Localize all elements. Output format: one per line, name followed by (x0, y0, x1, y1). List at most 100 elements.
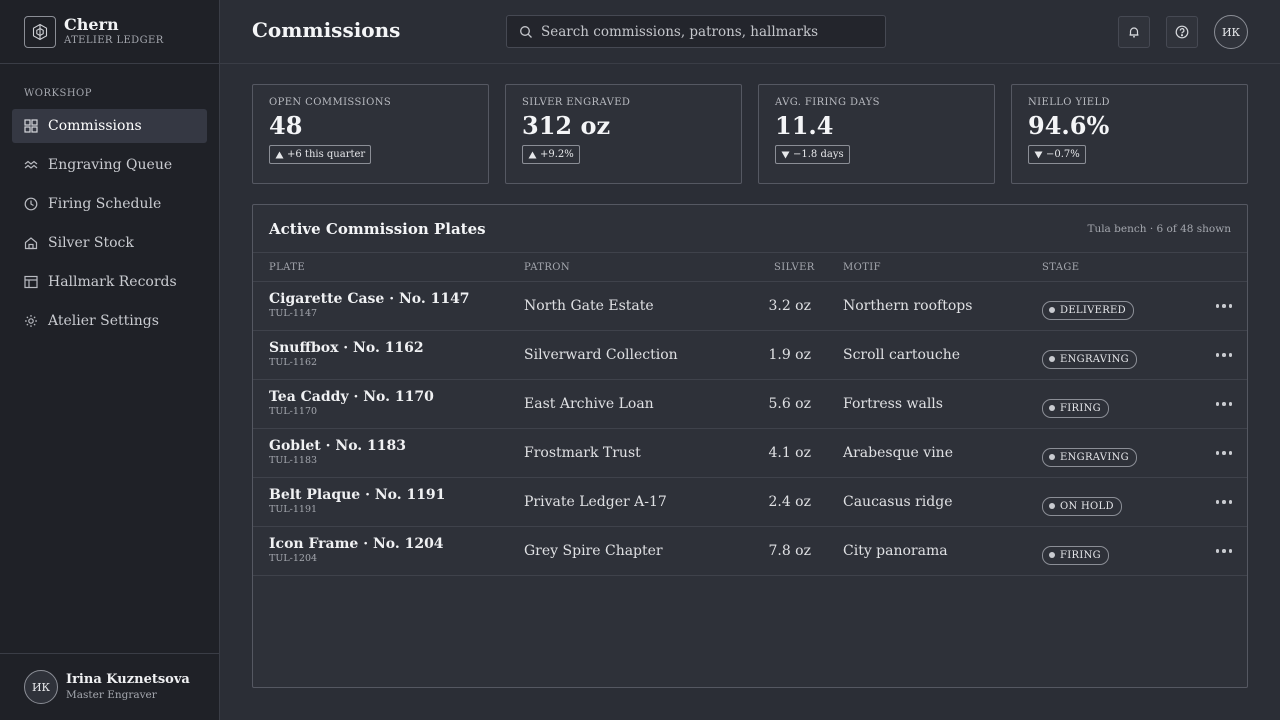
status-badge: ENGRAVING (1042, 447, 1137, 467)
kpi-cards: OPEN COMMISSIONS 48 +6 this quarter SILV… (252, 84, 1248, 184)
table-row[interactable]: Belt Plaque · No. 1191 TUL-1191 Private L… (253, 478, 1247, 527)
triangle-up-icon (275, 151, 284, 158)
status-badge-label: FIRING (1060, 549, 1101, 561)
plate-code: TUL-1170 (269, 406, 318, 417)
table-row[interactable]: Snuffbox · No. 1162 TUL-1162 Silverward C… (253, 331, 1247, 380)
sidebar-item-silver-stock[interactable]: Silver Stock (12, 226, 207, 260)
silver-cell: 7.8 oz (768, 543, 811, 559)
patron-cell: North Gate Estate (524, 298, 654, 314)
status-dot-icon (1049, 503, 1055, 509)
patron-cell: East Archive Loan (524, 396, 654, 412)
plate-code: TUL-1191 (269, 504, 318, 515)
sidebar-item-commissions[interactable]: Commissions (12, 109, 207, 143)
avatar: ИК (24, 670, 58, 704)
status-dot-icon (1049, 356, 1055, 362)
plate-code: TUL-1147 (269, 308, 318, 319)
sidebar-item-label: Firing Schedule (48, 196, 162, 212)
motif-cell: Northern rooftops (843, 298, 973, 314)
silver-cell: 4.1 oz (768, 445, 811, 461)
silver-cell: 5.6 oz (768, 396, 811, 412)
kpi-label: NIELLO YIELD (1028, 97, 1110, 108)
commission-plates-panel: Active Commission Plates Tula bench · 6 … (252, 204, 1248, 688)
row-more-button[interactable] (1213, 443, 1235, 463)
row-more-button[interactable] (1213, 541, 1235, 561)
row-more-button[interactable] (1213, 394, 1235, 414)
motif-cell: Caucasus ridge (843, 494, 953, 510)
kpi-delta: +6 this quarter (269, 145, 372, 164)
nav-section-title: WORKSHOP (24, 88, 92, 99)
plate-name: Belt Plaque · No. 1191 (269, 487, 446, 503)
kpi-value: 48 (269, 111, 303, 140)
sidebar-item-label: Atelier Settings (48, 313, 159, 329)
patron-cell: Grey Spire Chapter (524, 543, 663, 559)
kpi-label: OPEN COMMISSIONS (269, 97, 392, 108)
house-icon (24, 237, 38, 250)
status-badge-label: ON HOLD (1060, 500, 1114, 512)
sidebar-item-hallmark-records[interactable]: Hallmark Records (12, 265, 207, 299)
table-row[interactable]: Tea Caddy · No. 1170 TUL-1170 East Archiv… (253, 380, 1247, 429)
search-input[interactable] (541, 23, 861, 40)
status-dot-icon (1049, 405, 1055, 411)
sidebar-item-engraving-queue[interactable]: Engraving Queue (12, 148, 207, 182)
triangle-down-icon (781, 151, 790, 158)
bell-icon (1129, 27, 1139, 38)
brand[interactable]: Chern ATELIER LEDGER (0, 0, 219, 64)
table-row[interactable]: Icon Frame · No. 1204 TUL-1204 Grey Spire… (253, 527, 1247, 576)
panel-header: Active Commission Plates Tula bench · 6 … (253, 205, 1247, 253)
status-badge-label: ENGRAVING (1060, 451, 1129, 463)
plate-name: Tea Caddy · No. 1170 (269, 389, 434, 405)
sidebar-item-atelier-settings[interactable]: Atelier Settings (12, 304, 207, 338)
status-dot-icon (1049, 307, 1055, 313)
panel-meta: Tula bench · 6 of 48 shown (1087, 222, 1231, 235)
sidebar-item-firing-schedule[interactable]: Firing Schedule (12, 187, 207, 221)
column-header-motif[interactable]: MOTIF (843, 262, 881, 273)
plate-name: Goblet · No. 1183 (269, 438, 406, 454)
table-row[interactable]: Goblet · No. 1183 TUL-1183 Frostmark Trus… (253, 429, 1247, 478)
column-header-plate[interactable]: PLATE (269, 262, 305, 273)
kpi-value: 94.6% (1028, 111, 1110, 140)
status-badge-label: FIRING (1060, 402, 1101, 414)
help-button[interactable] (1166, 16, 1198, 48)
status-dot-icon (1049, 552, 1055, 558)
column-header-patron[interactable]: PATRON (524, 262, 570, 273)
motif-cell: Scroll cartouche (843, 347, 961, 363)
kpi-label: SILVER ENGRAVED (522, 97, 631, 108)
triangle-down-icon (1034, 151, 1043, 158)
kpi-card-avg-firing-days: AVG. FIRING DAYS 11.4 −1.8 days (758, 84, 995, 184)
plate-name: Cigarette Case · No. 1147 (269, 291, 470, 307)
header-avatar[interactable]: ИК (1214, 15, 1248, 49)
brand-name: Chern (64, 15, 119, 34)
row-more-button[interactable] (1213, 492, 1235, 512)
user-role: Master Engraver (66, 689, 157, 701)
notifications-button[interactable] (1118, 16, 1150, 48)
kpi-value: 312 oz (522, 111, 611, 140)
kpi-delta-text: −0.7% (1046, 149, 1080, 160)
table-header: PLATE PATRON SILVER MOTIF STAGE (253, 253, 1247, 282)
user-profile[interactable]: ИК Irina Kuznetsova Master Engraver (0, 653, 219, 720)
status-badge: FIRING (1042, 545, 1109, 565)
silver-cell: 2.4 oz (768, 494, 811, 510)
status-dot-icon (1049, 454, 1055, 460)
plate-name: Icon Frame · No. 1204 (269, 536, 444, 552)
kpi-delta: +9.2% (522, 145, 580, 164)
wave-icon (24, 160, 38, 169)
search-bar[interactable] (506, 15, 886, 48)
column-header-stage[interactable]: STAGE (1042, 262, 1079, 273)
status-badge: ON HOLD (1042, 496, 1122, 516)
kpi-value: 11.4 (775, 111, 834, 140)
sidebar-item-label: Commissions (48, 118, 142, 134)
table-row[interactable]: Cigarette Case · No. 1147 TUL-1147 North … (253, 282, 1247, 331)
gear-icon (25, 315, 37, 327)
plate-code: TUL-1204 (269, 553, 318, 564)
patron-cell: Private Ledger A-17 (524, 494, 667, 510)
row-more-button[interactable] (1213, 345, 1235, 365)
sidebar-item-label: Engraving Queue (48, 157, 173, 173)
kpi-delta-text: +9.2% (540, 149, 574, 160)
brand-logo-icon (24, 15, 56, 48)
status-badge-label: DELIVERED (1060, 304, 1126, 316)
table-icon (24, 275, 38, 289)
kpi-delta: −1.8 days (775, 145, 850, 164)
column-header-silver[interactable]: SILVER (774, 262, 815, 273)
row-more-button[interactable] (1213, 296, 1235, 316)
kpi-delta-text: +6 this quarter (287, 149, 366, 160)
